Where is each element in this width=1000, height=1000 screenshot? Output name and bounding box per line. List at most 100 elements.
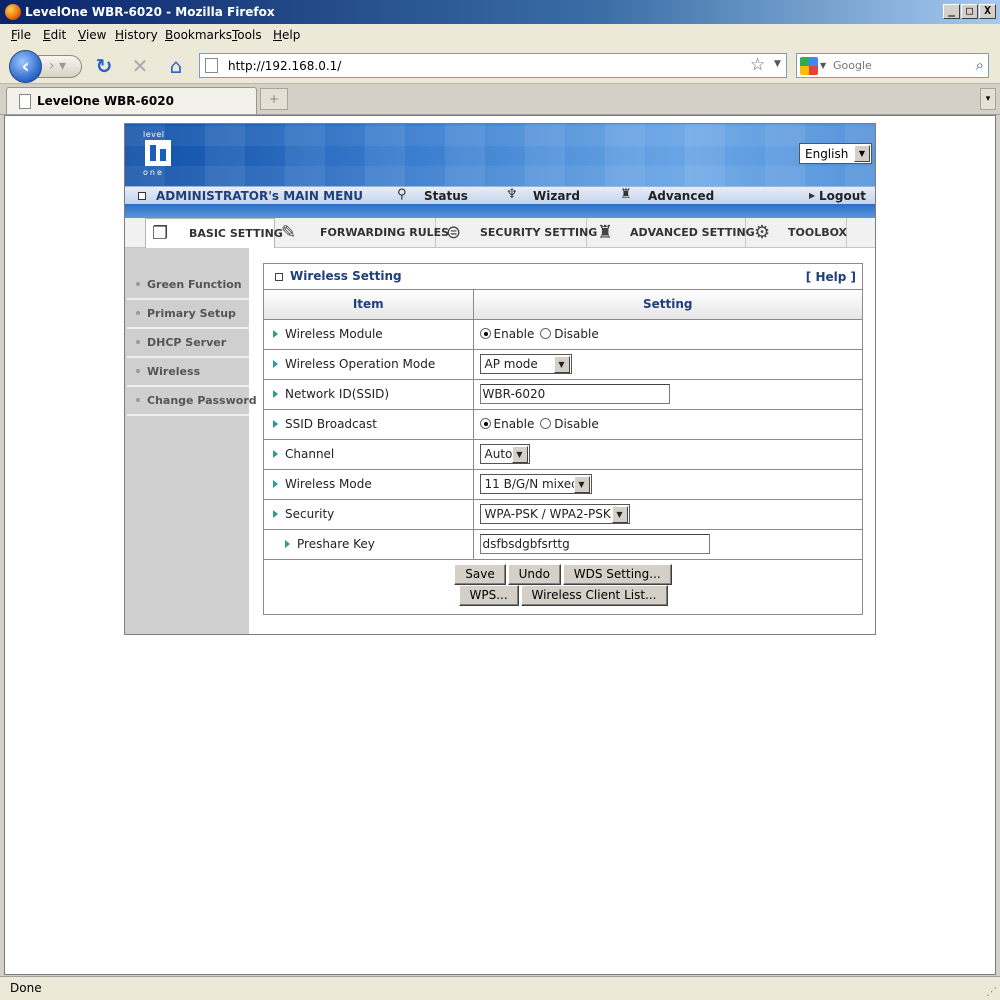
channel-label: Channel <box>285 447 335 461</box>
header-banner: level one English ▼ <box>125 124 875 186</box>
title-bar: LevelOne WBR-6020 - Mozilla Firefox _ □ … <box>0 0 1000 24</box>
advanced-setting-icon: ♜ <box>597 222 614 243</box>
table-row: Wireless Mode 11 B/G/N mixed ▼ <box>264 469 862 500</box>
search-icon[interactable]: ⌕ <box>976 56 984 74</box>
menu-history[interactable]: History <box>115 28 158 42</box>
sidebar: Green Function Primary Setup DHCP Server… <box>125 248 257 634</box>
wireless-client-list-button[interactable]: Wireless Client List... <box>520 585 668 606</box>
logout-link[interactable]: Logout <box>819 189 866 203</box>
tab-security-setting[interactable]: ⊜ SECURITY SETTING <box>436 218 597 248</box>
column-header-setting: Setting <box>473 290 862 320</box>
chevron-down-icon[interactable]: ▼ <box>854 145 870 162</box>
arrow-icon <box>273 330 278 338</box>
wds-setting-button[interactable]: WDS Setting... <box>562 564 672 585</box>
wireless-module-disable-radio[interactable] <box>540 328 552 339</box>
sidebar-item-primary-setup[interactable]: Primary Setup <box>127 301 249 329</box>
menu-file[interactable]: File <box>11 28 31 42</box>
sidebar-item-dhcp-server[interactable]: DHCP Server <box>127 330 249 358</box>
basic-setting-icon: ❐ <box>152 223 169 244</box>
admin-menu-bar: ADMINISTRATOR's MAIN MENU ⚲ Status ♆ Wiz… <box>125 186 875 204</box>
status-link[interactable]: Status <box>424 189 468 203</box>
table-row: Wireless Operation Mode AP mode ▼ <box>264 349 862 380</box>
button-row-1: Save Undo WDS Setting... <box>264 564 862 585</box>
back-button[interactable]: ‹ <box>9 50 42 83</box>
wireless-mode-select[interactable]: 11 B/G/N mixed ▼ <box>479 474 592 494</box>
chevron-down-icon[interactable]: ▼ <box>511 446 528 463</box>
security-label: Security <box>285 507 335 521</box>
main-tabs: ❐ BASIC SETTING ✎ FORWARDING RULES ⊜ SEC… <box>125 218 875 248</box>
tab-toolbox[interactable]: ⚙ TOOLBOX <box>746 218 847 248</box>
firefox-icon <box>5 4 21 20</box>
search-input[interactable] <box>831 57 966 74</box>
search-engine-dropdown-icon[interactable]: ▼ <box>820 61 826 70</box>
bullet-icon <box>136 340 140 344</box>
sidebar-item-wireless[interactable]: Wireless <box>127 359 249 387</box>
tab-basic-setting[interactable]: ❐ BASIC SETTING <box>145 218 283 248</box>
arrow-icon <box>273 510 278 518</box>
table-row: Channel Auto ▼ <box>264 439 862 470</box>
window-title: LevelOne WBR-6020 - Mozilla Firefox <box>25 5 275 19</box>
close-button[interactable]: X <box>979 4 996 19</box>
wireless-module-enable-radio[interactable] <box>479 328 491 339</box>
menu-bookmarks[interactable]: Bookmarks <box>165 28 232 42</box>
button-row-2: WPS... Wireless Client List... <box>264 585 862 606</box>
home-icon[interactable]: ⌂ <box>163 53 189 79</box>
ssid-label: Network ID(SSID) <box>285 387 390 401</box>
advanced-icon: ♜ <box>620 187 632 202</box>
sidebar-item-change-password[interactable]: Change Password <box>127 388 257 416</box>
wizard-link[interactable]: Wizard <box>533 189 580 203</box>
ssid-broadcast-disable-radio[interactable] <box>540 418 552 429</box>
header-band <box>125 204 875 218</box>
forward-button[interactable]: › ▾ <box>38 55 82 78</box>
language-select[interactable]: English ▼ <box>799 143 872 164</box>
tab-advanced-setting[interactable]: ♜ ADVANCED SETTING <box>587 218 755 248</box>
help-link[interactable]: [ Help ] <box>806 270 856 284</box>
chevron-down-icon[interactable]: ▼ <box>611 506 628 523</box>
url-text[interactable]: http://192.168.0.1/ <box>228 59 341 73</box>
url-bar[interactable]: http://192.168.0.1/ ☆ ▼ <box>199 53 787 78</box>
tab-title: LevelOne WBR-6020 <box>37 94 174 108</box>
search-bar[interactable]: ▼ ⌕ <box>796 53 989 78</box>
ssid-broadcast-enable-radio[interactable] <box>479 418 491 429</box>
router-page: level one English ▼ ADMINISTRATOR's MAIN… <box>124 123 876 635</box>
bullet-icon <box>136 311 140 315</box>
minimize-button[interactable]: _ <box>943 4 960 19</box>
google-icon[interactable] <box>800 57 818 75</box>
new-tab-button[interactable]: + <box>260 88 288 110</box>
forwarding-rules-icon: ✎ <box>281 222 297 243</box>
operation-mode-label: Wireless Operation Mode <box>285 357 436 371</box>
menu-tools[interactable]: Tools <box>232 28 262 42</box>
tab-forwarding-rules[interactable]: ✎ FORWARDING RULES <box>275 218 449 248</box>
chevron-down-icon[interactable]: ▼ <box>573 476 590 493</box>
menu-view[interactable]: View <box>78 28 106 42</box>
bookmark-star-icon[interactable]: ☆ <box>750 55 765 75</box>
advanced-link[interactable]: Advanced <box>648 189 714 203</box>
maximize-button[interactable]: □ <box>961 4 978 19</box>
table-row: Preshare Key dsfbsdgbfsrttg <box>264 529 862 560</box>
resize-grip-icon[interactable]: ⋰ <box>986 985 997 998</box>
menu-edit[interactable]: Edit <box>43 28 66 42</box>
save-button[interactable]: Save <box>454 564 506 585</box>
tab-list-button[interactable]: ▾ <box>980 88 996 110</box>
menu-help[interactable]: Help <box>273 28 300 42</box>
preshare-key-input[interactable]: dsfbsdgbfsrttg <box>479 534 710 554</box>
panel-header: Wireless Setting [ Help ] <box>264 264 862 290</box>
channel-select[interactable]: Auto ▼ <box>479 444 530 464</box>
reload-icon[interactable]: ↻ <box>91 53 117 79</box>
ssid-input[interactable]: WBR-6020 <box>479 384 670 404</box>
wps-button[interactable]: WPS... <box>458 585 519 606</box>
sidebar-item-green-function[interactable]: Green Function <box>127 272 249 300</box>
operation-mode-select[interactable]: AP mode ▼ <box>479 354 572 374</box>
tab-levelone[interactable]: LevelOne WBR-6020 <box>6 87 257 114</box>
stop-icon[interactable]: ✕ <box>127 53 153 79</box>
arrow-icon <box>273 420 278 428</box>
chevron-down-icon[interactable]: ▼ <box>553 356 570 373</box>
security-select[interactable]: WPA-PSK / WPA2-PSK ▼ <box>479 504 630 524</box>
table-row: Security WPA-PSK / WPA2-PSK ▼ <box>264 499 862 530</box>
column-header-item: Item <box>264 290 474 320</box>
url-dropdown-icon[interactable]: ▼ <box>774 59 781 69</box>
settings-table: Item Setting Wireless Module Enable Disa… <box>264 290 862 560</box>
status-icon: ⚲ <box>397 187 407 202</box>
undo-button[interactable]: Undo <box>507 564 561 585</box>
arrow-icon <box>273 390 278 398</box>
